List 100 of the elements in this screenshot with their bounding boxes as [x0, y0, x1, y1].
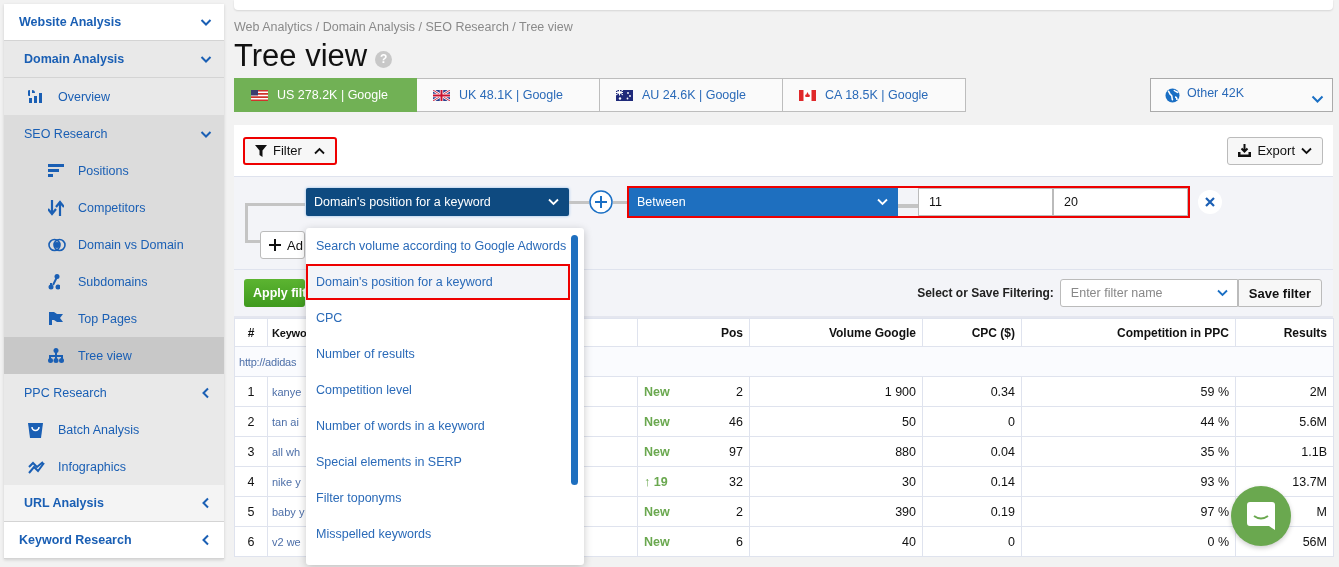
scrollbar-thumb[interactable]	[571, 235, 578, 485]
table-cell: 59 %	[1021, 376, 1236, 407]
save-filter-button[interactable]: Save filter	[1237, 279, 1322, 307]
sidebar-item[interactable]: Tree view	[4, 337, 224, 374]
position-change: New	[644, 444, 670, 459]
column-header: Volume Google	[749, 318, 923, 347]
position-value: 46	[729, 414, 743, 429]
sidebar-item[interactable]: Batch Analysis	[4, 411, 224, 448]
from-field[interactable]: 11	[918, 188, 1053, 216]
sidebar-item[interactable]: URL Analysis	[4, 485, 224, 522]
download-icon	[1238, 144, 1252, 157]
table-cell: 0.19	[922, 496, 1022, 527]
region-dropdown[interactable]: Other 42K	[1150, 78, 1333, 112]
add-button[interactable]: Ad	[260, 231, 305, 259]
sidebar-item[interactable]: SEO Research	[4, 115, 224, 152]
position-value: 2	[736, 504, 743, 519]
table-cell: 1 900	[749, 376, 923, 407]
table-cell: 0	[922, 406, 1022, 437]
position-value: 2	[736, 384, 743, 399]
filter-name-field[interactable]: Enter filter name	[1059, 279, 1238, 307]
basket-icon	[28, 421, 43, 438]
position-change: New	[644, 534, 670, 549]
add-condition-icon[interactable]	[589, 190, 613, 214]
trend-icon	[28, 459, 45, 474]
plus-icon	[269, 239, 281, 251]
sidebar-item[interactable]: Subdomains	[4, 263, 224, 300]
region-tab[interactable]: CA 18.5K | Google	[783, 78, 966, 112]
table-cell: 0.34	[922, 376, 1022, 407]
flag-icon	[48, 311, 63, 326]
table-cell: 50	[749, 406, 923, 437]
position-change: ↑ 19	[644, 474, 668, 489]
globe-icon	[1165, 87, 1180, 103]
table-cell: 2M	[1235, 376, 1334, 407]
position-value: 32	[729, 474, 743, 489]
region-tab[interactable]: UK 48.1K | Google	[417, 78, 600, 112]
table-cell: 30	[749, 466, 923, 497]
filter-button[interactable]: Filter	[243, 136, 337, 165]
lines-icon	[48, 164, 64, 177]
sidebar-item[interactable]: Competitors	[4, 189, 224, 226]
export-button[interactable]: Export	[1227, 136, 1323, 165]
funnel-icon	[255, 144, 267, 157]
table-cell: 4	[234, 466, 268, 497]
column-header: CPC ($)	[922, 318, 1022, 347]
menu-option[interactable]: Search volume according to Google Adwords	[306, 228, 570, 264]
table-cell: 5	[234, 496, 268, 527]
sidebar-item[interactable]: Positions	[4, 152, 224, 189]
table-cell: 880	[749, 436, 923, 467]
chevron-down-icon	[1311, 94, 1324, 104]
sidebar-item[interactable]: Infographics	[4, 448, 224, 485]
region-tab[interactable]: AU 24.6K | Google	[600, 78, 783, 112]
table-cell: 5.6M	[1235, 406, 1334, 437]
sidebar-item[interactable]: Overview	[4, 78, 224, 115]
flag-icon	[799, 89, 816, 101]
column-header: #	[234, 318, 268, 347]
chart-icon	[28, 89, 42, 104]
sidebar-item[interactable]: Keyword Research	[4, 522, 224, 559]
table-cell: 0	[922, 526, 1022, 557]
table-cell: 0.04	[922, 436, 1022, 467]
chat-icon	[1247, 502, 1275, 530]
menu-option[interactable]: Domain's position for a keyword	[306, 264, 570, 300]
table-cell: 0.14	[922, 466, 1022, 497]
table-cell: 1	[234, 376, 268, 407]
sidebar-item[interactable]: PPC Research	[4, 374, 224, 411]
position-change: New	[644, 504, 670, 519]
column-header: Pos	[637, 318, 750, 347]
sidebar-item[interactable]: Top Pages	[4, 300, 224, 337]
table-cell: 390	[749, 496, 923, 527]
save-filter-label: Select or Save Filtering:	[917, 286, 1054, 300]
breadcrumb: Web Analytics / Domain Analysis / SEO Research / Tree view	[234, 20, 574, 34]
column-header: Results	[1235, 318, 1334, 347]
table-cell: 93 %	[1021, 466, 1236, 497]
operator-select[interactable]: Between	[629, 188, 898, 216]
position-change: New	[644, 384, 670, 399]
close-icon[interactable]	[1198, 190, 1222, 214]
table-cell: 3	[234, 436, 268, 467]
field-select[interactable]: Domain's position for a keyword	[306, 188, 569, 216]
menu-option[interactable]: Number of words in a keyword	[306, 408, 570, 444]
menu-option[interactable]: Filter toponyms	[306, 480, 570, 516]
position-value: 97	[729, 444, 743, 459]
table-cell: 2	[234, 406, 268, 437]
sidebar-item[interactable]: Domain vs Domain	[4, 226, 224, 263]
menu-option[interactable]: Special elements in SERP	[306, 444, 570, 480]
position-value: 6	[736, 534, 743, 549]
chevron-down-icon	[1216, 289, 1228, 297]
circles-icon	[48, 236, 66, 253]
arrows-icon	[48, 199, 64, 216]
tree-icon	[48, 348, 64, 363]
sidebar-item[interactable]: Domain Analysis	[4, 41, 224, 78]
position-change: New	[644, 414, 670, 429]
flag-icon	[433, 89, 450, 101]
chevron-down-icon	[548, 198, 559, 206]
menu-option[interactable]: Misspelled keywords	[306, 516, 570, 552]
column-header: Competition in PPC	[1021, 318, 1236, 347]
sidebar-item[interactable]: Website Analysis	[4, 4, 224, 41]
table-cell: 6	[234, 526, 268, 557]
flag-icon	[251, 89, 268, 101]
to-field[interactable]: 20	[1053, 188, 1188, 216]
chevron-down-icon	[877, 198, 888, 206]
table-cell: 40	[749, 526, 923, 557]
table-cell: 1.1B	[1235, 436, 1334, 467]
